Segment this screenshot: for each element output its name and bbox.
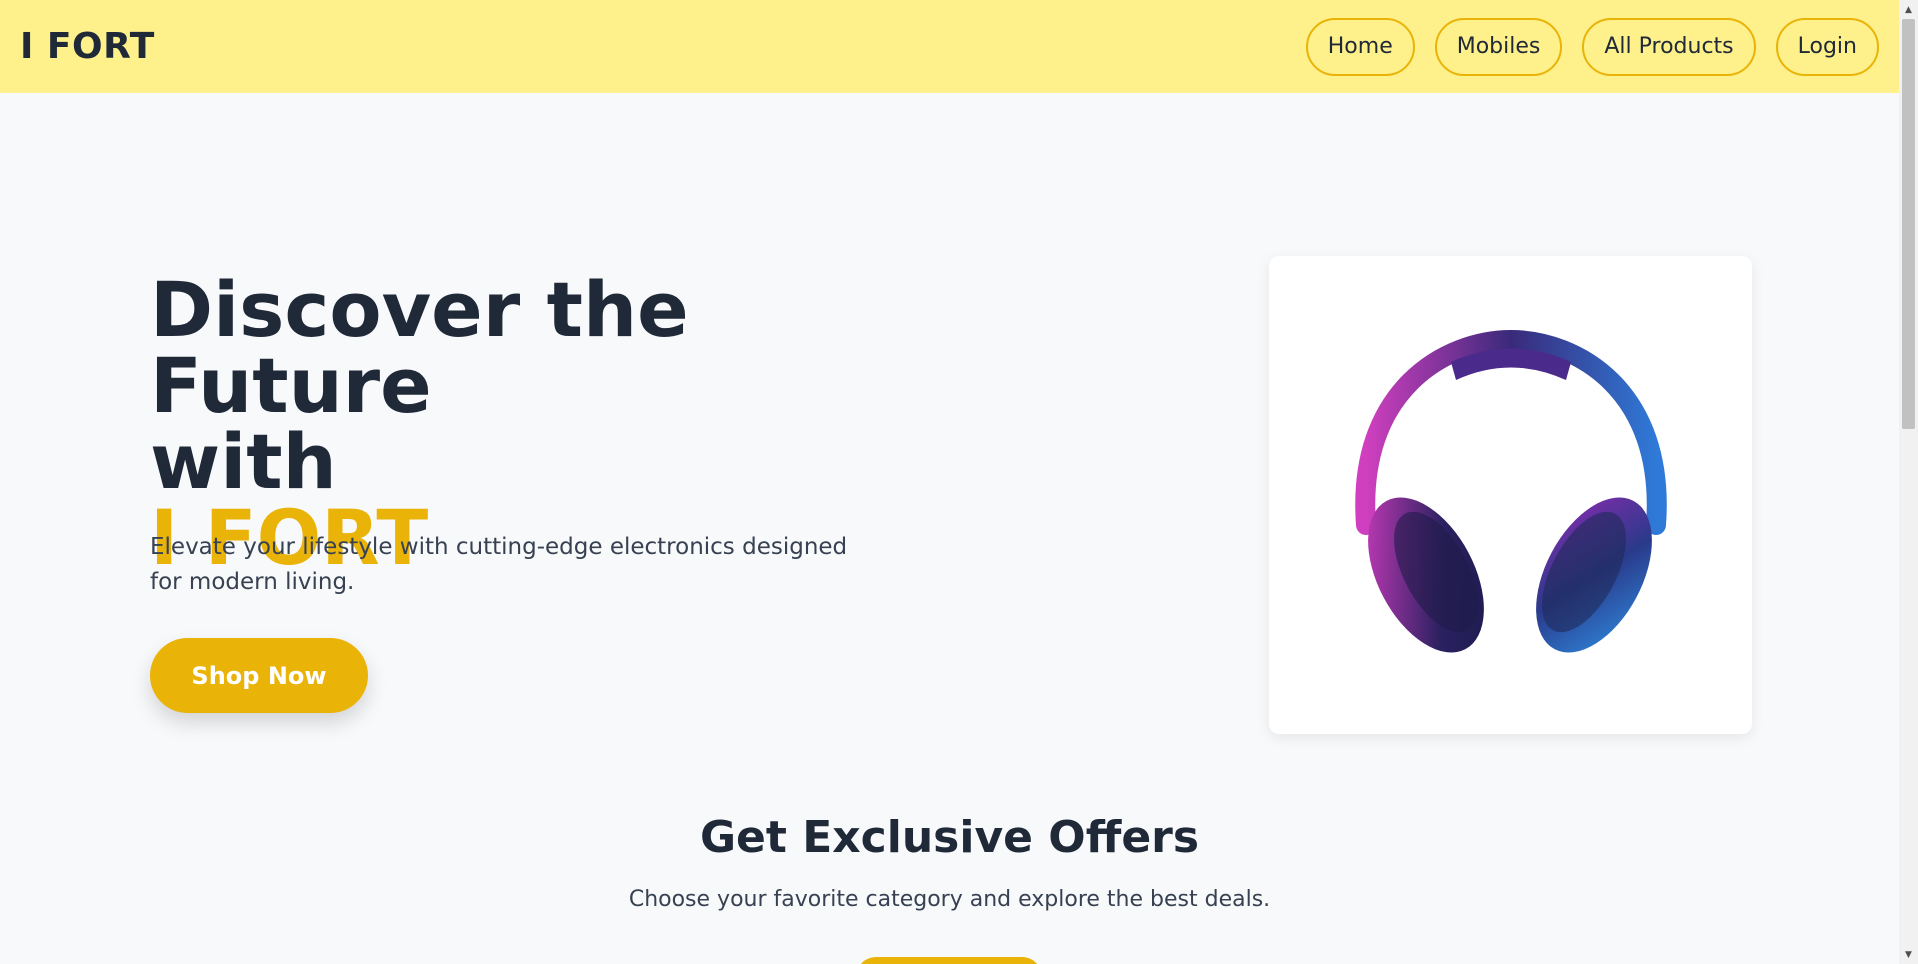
- hero-subtitle: Elevate your lifestyle with cutting-edge…: [150, 534, 848, 595]
- nav-home-button[interactable]: Home: [1305, 17, 1415, 76]
- main-nav: Home Mobiles All Products Login: [1305, 17, 1879, 76]
- scroll-down-arrow-icon[interactable]: ▼: [1899, 945, 1918, 964]
- nav-all-products-button[interactable]: All Products: [1582, 17, 1756, 76]
- nav-mobiles-button[interactable]: Mobiles: [1434, 17, 1563, 76]
- scrollbar-thumb[interactable]: [1902, 19, 1915, 429]
- offers-subtitle: Choose your favorite category and explor…: [628, 887, 1271, 912]
- offer-category-button[interactable]: [856, 957, 1042, 964]
- hero-title-line1: Discover the Future: [150, 265, 689, 430]
- scroll-up-arrow-icon[interactable]: ▲: [1899, 0, 1918, 19]
- top-navbar: I FORT Home Mobiles All Products Login: [0, 0, 1899, 93]
- offers-title: Get Exclusive Offers: [699, 812, 1200, 863]
- page-scrollbar[interactable]: ▲ ▼: [1899, 0, 1918, 964]
- nav-login-button[interactable]: Login: [1775, 17, 1879, 76]
- product-image-card: [1269, 256, 1752, 734]
- shop-now-button[interactable]: Shop Now: [150, 638, 368, 713]
- brand-logo[interactable]: I FORT: [20, 26, 155, 67]
- headphones-image: [1354, 329, 1667, 653]
